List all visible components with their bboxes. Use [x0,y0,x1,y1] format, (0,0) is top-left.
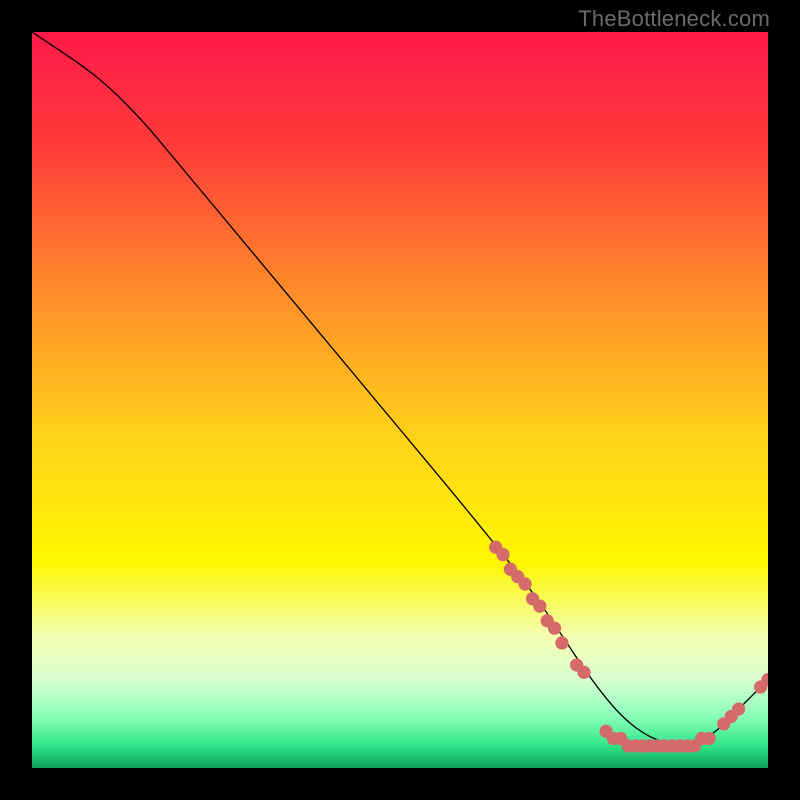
marker-dot [533,599,546,612]
plot-area [32,32,768,768]
marker-dot [732,702,745,715]
main-curve [32,32,768,744]
marker-dot [496,548,509,561]
marker-dot [548,622,561,635]
curve-layer [32,32,768,768]
marker-dot [702,732,715,745]
marker-dot [555,636,568,649]
marker-dot [577,666,590,679]
marker-dot [518,577,531,590]
chart-stage: TheBottleneck.com [0,0,800,800]
marker-layer [489,541,768,753]
watermark-text: TheBottleneck.com [578,6,770,32]
